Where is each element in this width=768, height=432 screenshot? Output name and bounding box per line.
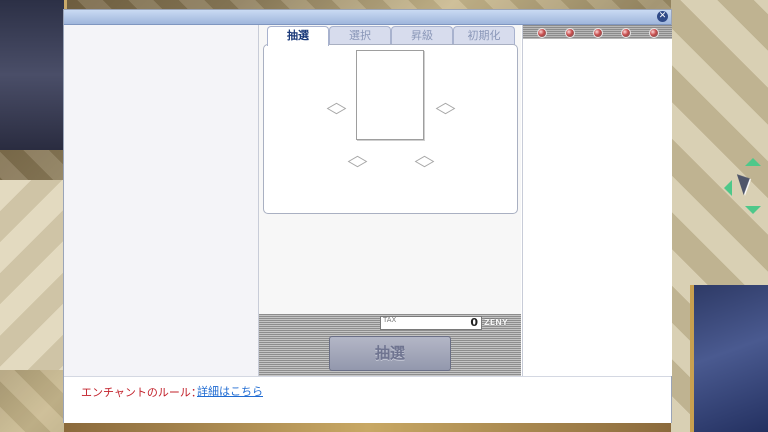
enchant-slot-area — [263, 44, 518, 214]
scene-floor-bottom — [64, 422, 671, 432]
slot-dot-icon — [593, 28, 603, 38]
tax-display: TAX 0 — [380, 316, 482, 330]
item-list-panel — [64, 25, 259, 376]
scene-floor-left — [0, 180, 64, 370]
draw-button[interactable]: 抽選 — [329, 336, 451, 371]
scene-pillar — [0, 0, 67, 150]
diamond-slot-icon — [326, 102, 347, 115]
direction-up-icon — [745, 158, 761, 166]
tax-label: TAX — [383, 316, 397, 324]
tab-upgrade[interactable]: 昇級 — [391, 26, 453, 45]
currency-label: ZENY — [484, 318, 508, 327]
enchant-window: ✕ 抽選 選択 昇級 初期化 TAX 0 ZENY 抽選 エンチャントのルール：… — [64, 10, 672, 423]
direction-left-icon — [724, 180, 732, 196]
tab-reset[interactable]: 初期化 — [453, 26, 515, 45]
diamond-slot-icon — [347, 155, 368, 168]
diamond-slot-icon — [435, 102, 456, 115]
tax-value: 0 — [470, 316, 478, 329]
slot-dot-icon — [649, 28, 659, 38]
slot-dot-icon — [621, 28, 631, 38]
slot-indicator-panel — [522, 25, 672, 376]
enchant-center-panel: 抽選 選択 昇級 初期化 TAX 0 ZENY 抽選 — [259, 25, 521, 376]
diamond-slot-icon — [414, 155, 435, 168]
slot-dot-icon — [565, 28, 575, 38]
cost-band: TAX 0 ZENY 抽選 — [259, 314, 521, 376]
tab-select[interactable]: 選択 — [329, 26, 391, 45]
slot-dot-icon — [537, 28, 547, 38]
item-slot[interactable] — [356, 50, 424, 140]
enchant-rule-label: エンチャントのルール： — [81, 386, 202, 399]
details-link[interactable]: 詳細はこちら — [197, 383, 263, 399]
tab-draw[interactable]: 抽選 — [267, 26, 329, 46]
slot-indicator-bar — [523, 25, 672, 39]
window-titlebar[interactable]: ✕ — [64, 10, 671, 25]
enchant-tabs: 抽選 選択 昇級 初期化 — [267, 26, 515, 46]
close-icon[interactable]: ✕ — [657, 11, 668, 22]
window-footer: エンチャントのルール： 詳細はこちら — [64, 376, 671, 423]
direction-down-icon — [745, 206, 761, 214]
scene-furniture — [690, 285, 768, 432]
